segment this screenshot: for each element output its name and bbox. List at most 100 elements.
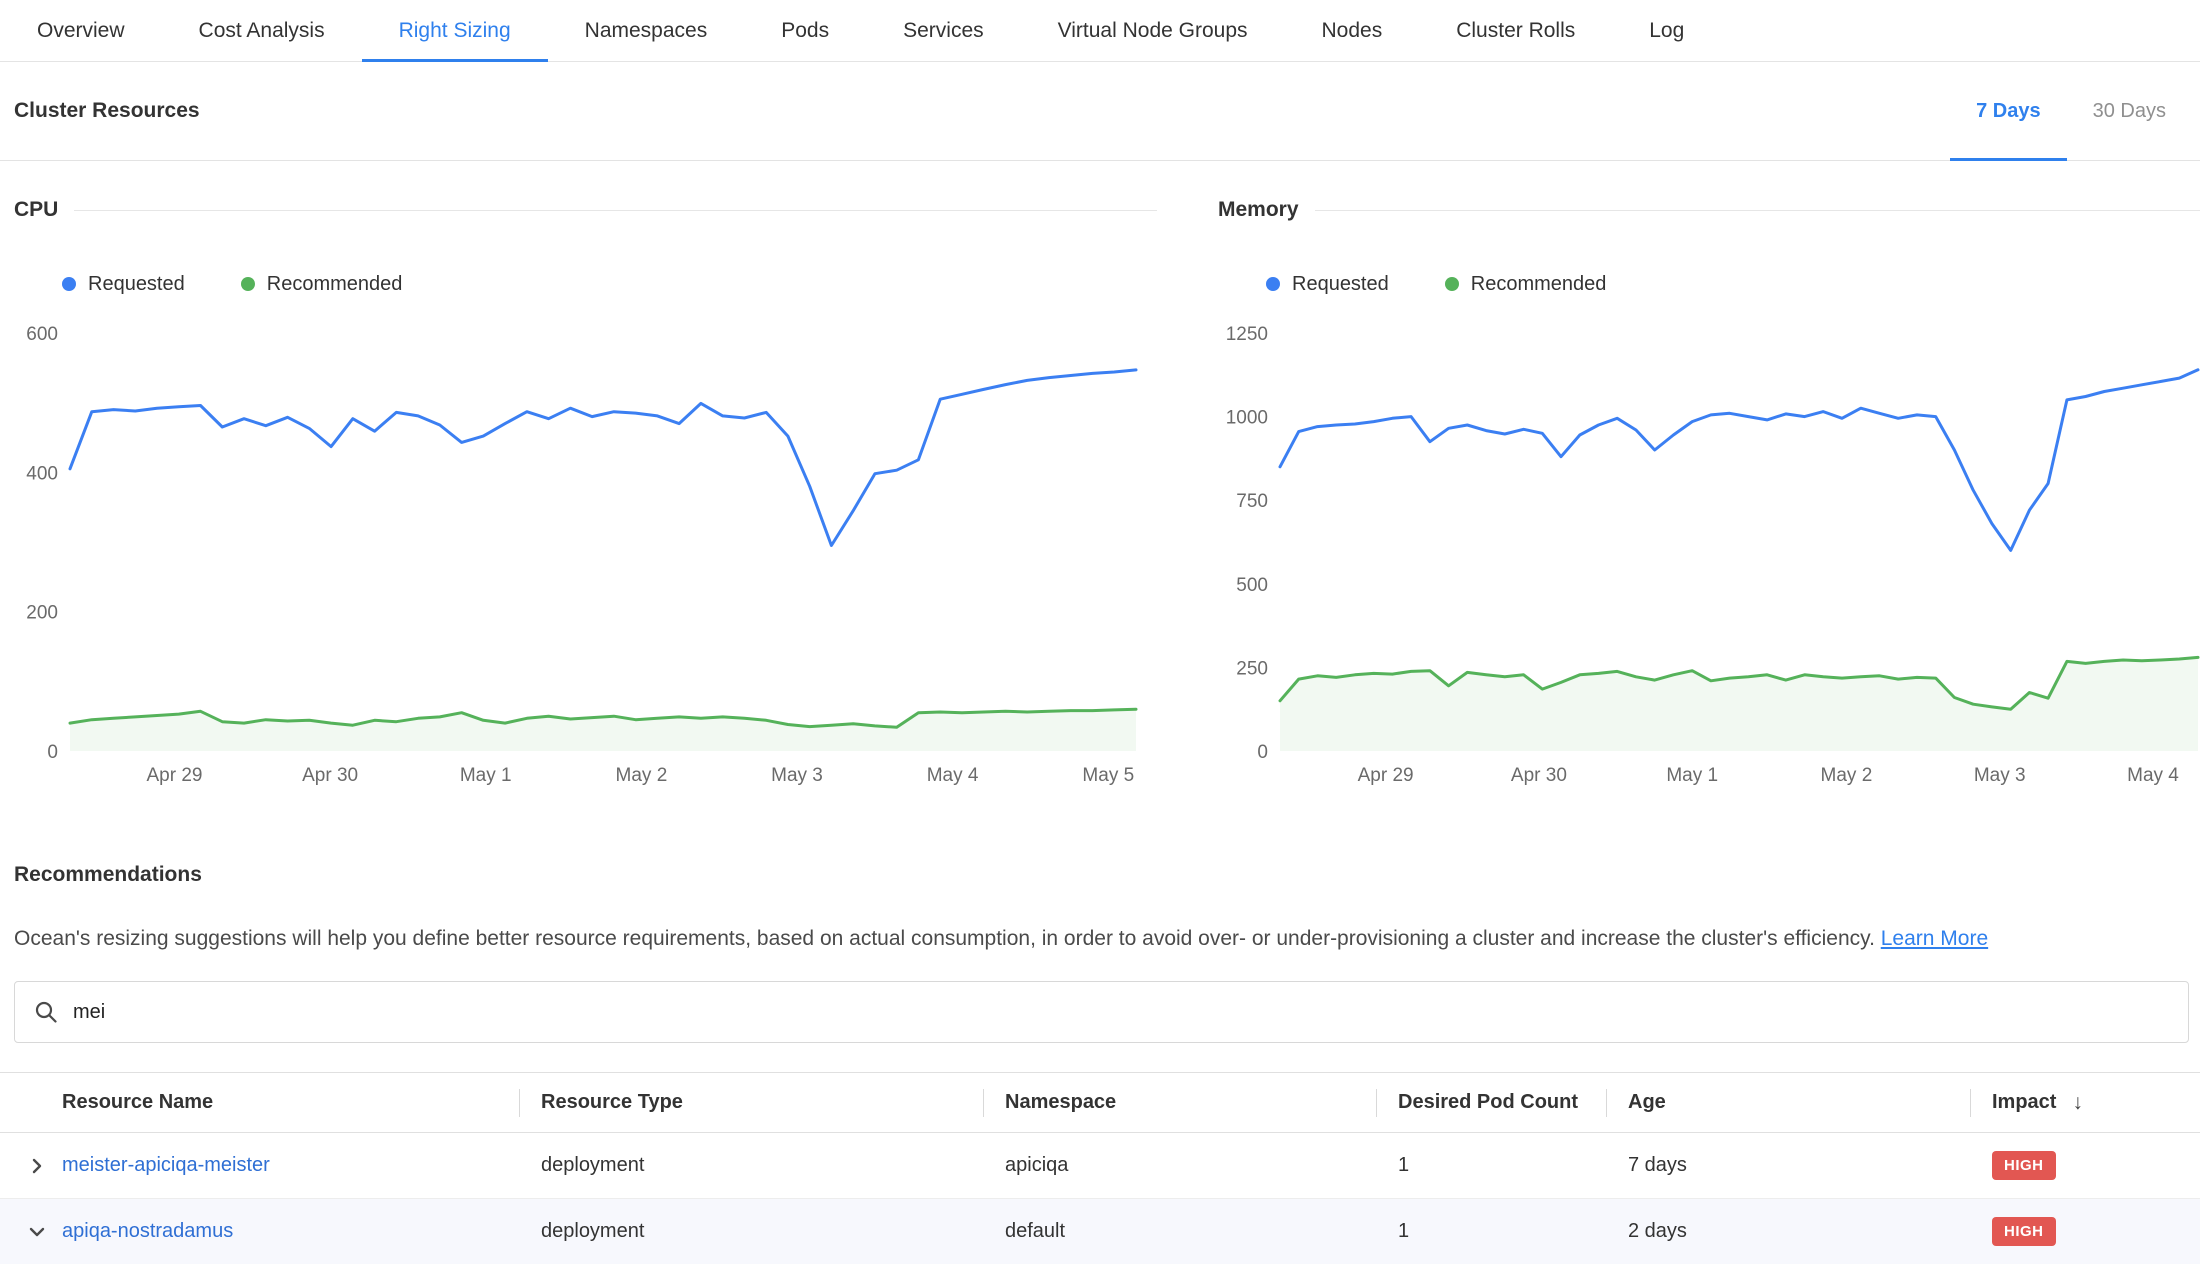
legend-label: Requested bbox=[88, 273, 185, 296]
svg-text:750: 750 bbox=[1236, 491, 1268, 512]
range-30-days[interactable]: 30 Days bbox=[2067, 62, 2192, 160]
svg-text:May 2: May 2 bbox=[616, 765, 668, 786]
search-box[interactable] bbox=[14, 981, 2189, 1043]
memory-legend-recommended: Recommended bbox=[1445, 273, 1607, 296]
table-row: apiqa-nostradamus deploymentdefault12 day… bbox=[0, 1199, 2200, 1264]
tab-virtual-node-groups[interactable]: Virtual Node Groups bbox=[1021, 0, 1285, 61]
namespace: default bbox=[983, 1220, 1376, 1243]
memory-line-requested bbox=[1280, 370, 2198, 551]
recommendations-description: Ocean's resizing suggestions will help y… bbox=[14, 927, 2186, 951]
svg-text:May 4: May 4 bbox=[927, 765, 979, 786]
col-header-resource-name[interactable]: Resource Name bbox=[0, 1073, 519, 1132]
svg-text:400: 400 bbox=[26, 463, 58, 484]
recommendations-text: Ocean's resizing suggestions will help y… bbox=[14, 927, 1875, 950]
table-row: meister-apiciqa-meister deploymentapiciqa… bbox=[0, 1133, 2200, 1199]
time-range-toggle: 7 Days30 Days bbox=[1950, 62, 2192, 160]
legend-label: Recommended bbox=[1471, 273, 1607, 296]
svg-text:May 1: May 1 bbox=[460, 765, 512, 786]
table-body: meister-apiciqa-meisterdeploymentapiciqa… bbox=[0, 1133, 2200, 1264]
search-icon bbox=[33, 999, 59, 1025]
memory-chart-canvas: 0 250 500 750 1000 1250 Apr 29 Apr 30 May 1 May 2… bbox=[1218, 311, 2200, 791]
col-header-resource-type[interactable]: Resource Type bbox=[519, 1073, 983, 1132]
impact-cell: HIGH bbox=[1970, 1151, 2200, 1180]
impact-cell: HIGH bbox=[1970, 1217, 2200, 1246]
memory-chart-title: Memory bbox=[1218, 198, 1299, 222]
tab-log[interactable]: Log bbox=[1612, 0, 1721, 61]
learn-more-link[interactable]: Learn More bbox=[1881, 927, 1988, 950]
charts-row: CPU Requested Recommended 0 200 400 600 Apr 2… bbox=[0, 161, 2200, 791]
svg-text:May 4: May 4 bbox=[2127, 765, 2179, 786]
recommendations-title: Recommendations bbox=[14, 863, 2200, 887]
memory-legend: Requested Recommended bbox=[1266, 271, 2200, 297]
col-header-desired-pod-count[interactable]: Desired Pod Count bbox=[1376, 1073, 1606, 1132]
memory-legend-requested: Requested bbox=[1266, 273, 1389, 296]
age: 7 days bbox=[1606, 1154, 1970, 1177]
cpu-chart-canvas: 0 200 400 600 Apr 29 Apr 30 May 1 May 2 May 3 May… bbox=[14, 311, 1144, 791]
legend-label: Requested bbox=[1292, 273, 1389, 296]
col-header-namespace[interactable]: Namespace bbox=[983, 1073, 1376, 1132]
search-input[interactable] bbox=[73, 1001, 2170, 1024]
recommendations-table: Resource NameResource TypeNamespaceDesir… bbox=[0, 1072, 2200, 1264]
tab-right-sizing[interactable]: Right Sizing bbox=[362, 0, 548, 61]
col-header-impact[interactable]: Impact↓ bbox=[1970, 1073, 2200, 1132]
desired-pod-count: 1 bbox=[1376, 1220, 1606, 1243]
divider bbox=[1315, 210, 2200, 211]
tab-cost-analysis[interactable]: Cost Analysis bbox=[162, 0, 362, 61]
col-header-age[interactable]: Age bbox=[1606, 1073, 1970, 1132]
svg-text:1250: 1250 bbox=[1226, 324, 1268, 345]
tab-namespaces[interactable]: Namespaces bbox=[548, 0, 745, 61]
svg-text:May 3: May 3 bbox=[1974, 765, 2026, 786]
svg-text:May 5: May 5 bbox=[1082, 765, 1134, 786]
namespace: apiciqa bbox=[983, 1154, 1376, 1177]
legend-label: Recommended bbox=[267, 273, 403, 296]
svg-text:1000: 1000 bbox=[1226, 408, 1268, 429]
svg-text:250: 250 bbox=[1236, 658, 1268, 679]
svg-text:May 1: May 1 bbox=[1666, 765, 1718, 786]
svg-text:May 3: May 3 bbox=[771, 765, 823, 786]
resource-link[interactable]: apiqa-nostradamus bbox=[62, 1220, 233, 1243]
cpu-line-requested bbox=[70, 370, 1136, 546]
svg-text:200: 200 bbox=[26, 603, 58, 624]
legend-dot-icon bbox=[241, 277, 255, 291]
tab-overview[interactable]: Overview bbox=[0, 0, 162, 61]
svg-text:500: 500 bbox=[1236, 575, 1268, 596]
sort-desc-icon[interactable]: ↓ bbox=[2072, 1091, 2083, 1115]
cluster-resources-title: Cluster Resources bbox=[14, 99, 200, 123]
tab-pods[interactable]: Pods bbox=[744, 0, 866, 61]
resource-type: deployment bbox=[519, 1220, 983, 1243]
tab-services[interactable]: Services bbox=[866, 0, 1021, 61]
age: 2 days bbox=[1606, 1220, 1970, 1243]
tab-bar: OverviewCost AnalysisRight SizingNamespa… bbox=[0, 0, 2200, 62]
resource-type: deployment bbox=[519, 1154, 983, 1177]
svg-text:May 2: May 2 bbox=[1821, 765, 1873, 786]
svg-text:Apr 30: Apr 30 bbox=[302, 765, 358, 786]
svg-text:0: 0 bbox=[1257, 742, 1268, 763]
cluster-resources-header: Cluster Resources 7 Days30 Days bbox=[0, 62, 2200, 161]
resource-link[interactable]: meister-apiciqa-meister bbox=[62, 1154, 270, 1177]
svg-text:Apr 30: Apr 30 bbox=[1511, 765, 1567, 786]
cpu-chart: CPU Requested Recommended 0 200 400 600 Apr 2… bbox=[14, 161, 1157, 791]
legend-dot-icon bbox=[1266, 277, 1280, 291]
table-header: Resource NameResource TypeNamespaceDesir… bbox=[0, 1072, 2200, 1133]
impact-badge: HIGH bbox=[1992, 1217, 2056, 1246]
chevron-right-icon[interactable] bbox=[26, 1155, 48, 1177]
impact-badge: HIGH bbox=[1992, 1151, 2056, 1180]
divider bbox=[74, 210, 1157, 211]
tab-nodes[interactable]: Nodes bbox=[1285, 0, 1420, 61]
chevron-down-icon[interactable] bbox=[26, 1221, 48, 1243]
svg-text:600: 600 bbox=[26, 324, 58, 345]
memory-chart: Memory Requested Recommended 0 250 500 750 10… bbox=[1218, 161, 2200, 791]
tab-cluster-rolls[interactable]: Cluster Rolls bbox=[1419, 0, 1612, 61]
range-7-days[interactable]: 7 Days bbox=[1950, 62, 2067, 160]
svg-text:Apr 29: Apr 29 bbox=[1358, 765, 1414, 786]
cpu-chart-title: CPU bbox=[14, 198, 58, 222]
cpu-legend: Requested Recommended bbox=[62, 271, 1157, 297]
legend-dot-icon bbox=[62, 277, 76, 291]
cpu-legend-requested: Requested bbox=[62, 273, 185, 296]
svg-text:Apr 29: Apr 29 bbox=[147, 765, 203, 786]
desired-pod-count: 1 bbox=[1376, 1154, 1606, 1177]
cpu-chart-head: CPU bbox=[14, 195, 1157, 225]
memory-chart-head: Memory bbox=[1218, 195, 2200, 225]
legend-dot-icon bbox=[1445, 277, 1459, 291]
svg-text:0: 0 bbox=[47, 742, 58, 763]
